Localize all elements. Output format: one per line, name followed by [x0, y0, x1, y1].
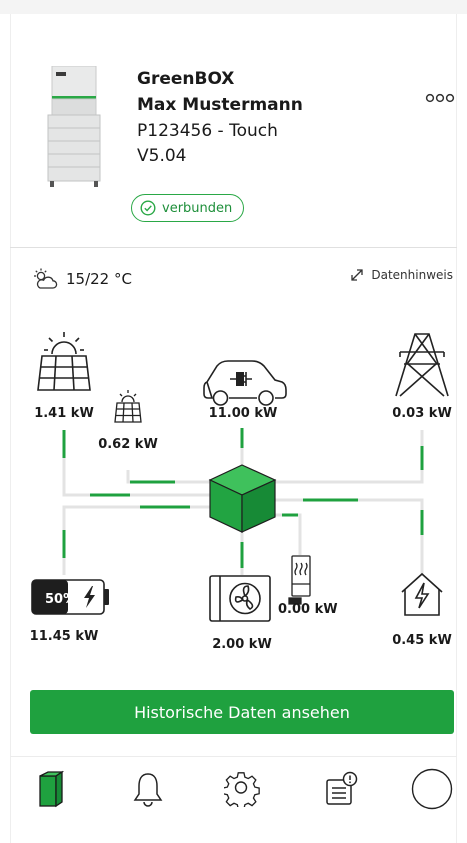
gear-icon [224, 772, 260, 807]
header-divider [10, 247, 457, 248]
bell-icon [133, 773, 163, 807]
data-hint-link[interactable]: Datenhinweis [350, 268, 453, 282]
heat-pump-value: 2.00 kW [212, 637, 272, 652]
heating-rod-icon [288, 555, 311, 605]
nav-settings[interactable] [212, 763, 272, 815]
device-owner: Max Mustermann [137, 95, 303, 115]
solar-panel-icon [37, 332, 91, 391]
status-label: verbunden [162, 200, 233, 216]
status-badge: verbunden [131, 194, 245, 222]
cloud-sun-icon [34, 268, 58, 289]
nav-messages[interactable] [312, 763, 372, 815]
data-hint-label: Datenhinweis [371, 268, 453, 282]
ev-charger-value: 11.00 kW [209, 406, 278, 421]
nav-device[interactable] [20, 763, 80, 815]
house-icon [401, 572, 443, 616]
device-name: GreenBOX [137, 69, 235, 89]
solar-panel-small-icon [114, 390, 142, 423]
device-icon [39, 770, 64, 808]
battery-icon: 50% [31, 579, 109, 615]
heat-pump-icon [209, 575, 271, 622]
greenbox-cube-icon [208, 464, 277, 533]
more-dots-icon [425, 93, 455, 103]
more-options-button[interactable] [424, 88, 456, 108]
temperature-text: 15/22 °C [66, 270, 132, 288]
notes-alert-icon [326, 771, 358, 805]
battery-power-value: 11.45 kW [30, 629, 99, 644]
heating-rod-value: 0.00 kW [278, 602, 338, 617]
house-value: 0.45 kW [392, 633, 452, 648]
device-serial: P123456 - Touch [137, 121, 278, 141]
bottom-navigation [10, 756, 457, 829]
device-image [47, 66, 101, 187]
weather-info: 15/22 °C [32, 268, 132, 290]
pv-main-value: 1.41 kW [34, 406, 94, 421]
nav-notifications[interactable] [118, 763, 178, 815]
pv-secondary-value: 0.62 kW [98, 437, 158, 452]
nav-profile[interactable] [402, 763, 462, 815]
expand-icon [351, 269, 364, 281]
grid-value: 0.03 kW [392, 406, 452, 421]
top-strip [0, 0, 467, 14]
check-circle-icon [140, 200, 156, 216]
electric-car-icon [203, 360, 287, 406]
history-data-button[interactable]: Historische Daten ansehen [30, 690, 454, 734]
device-version: V5.04 [137, 146, 187, 166]
profile-circle-icon [411, 768, 453, 810]
power-pylon-icon [395, 333, 449, 397]
battery-soc-label: 50% [45, 592, 76, 607]
energy-flow-diagram: 50% 1.41 kW 0.62 kW 11.00 kW 0.03 kW 11.… [30, 332, 452, 652]
